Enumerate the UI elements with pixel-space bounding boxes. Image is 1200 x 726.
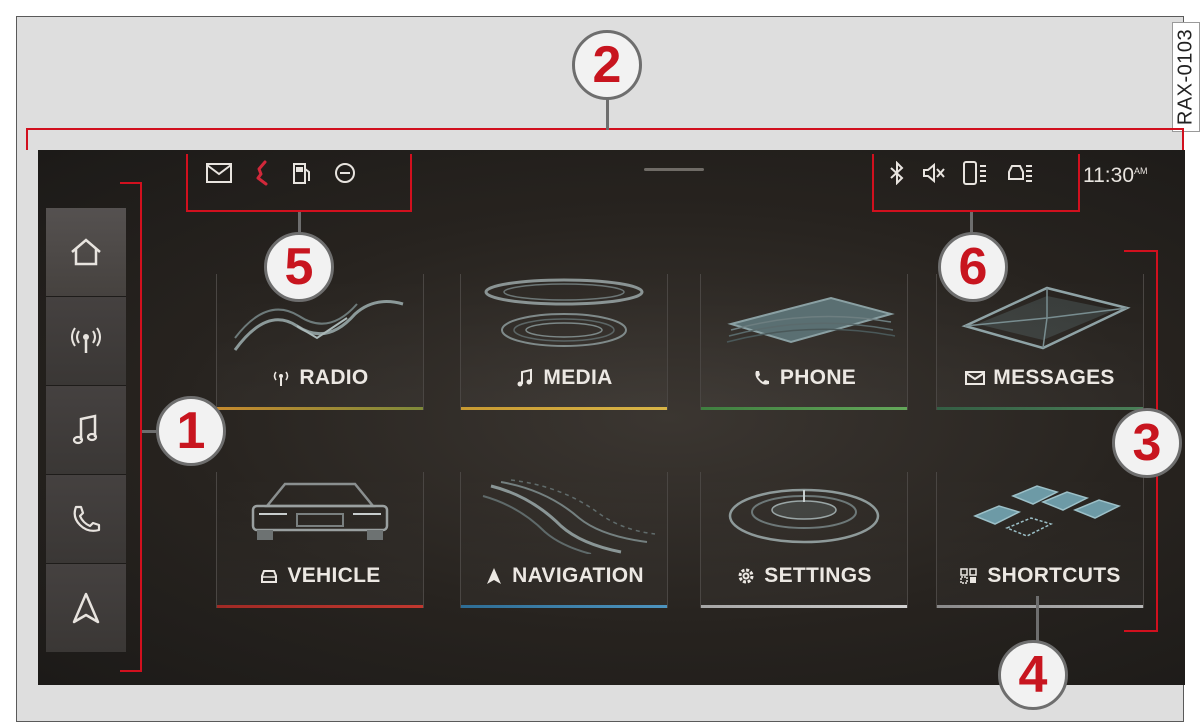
sidebar-item-navigation[interactable] (46, 564, 126, 653)
tile-vehicle[interactable]: VEHICLE (216, 472, 424, 608)
clock-suffix: AM (1134, 166, 1148, 176)
tile-label-text: MEDIA (543, 366, 613, 389)
callout-number-3: 3 (1112, 408, 1182, 478)
sidebar-item-home[interactable] (46, 208, 126, 297)
callout-number-2: 2 (572, 30, 642, 100)
callout-bracket-2 (26, 128, 1184, 150)
music-icon (72, 414, 98, 445)
tile-shortcuts-label: SHORTCUTS (937, 564, 1143, 588)
callout-bracket-1 (120, 182, 142, 672)
tile-messages-label: MESSAGES (937, 366, 1143, 390)
tile-settings-label: SETTINGS (701, 564, 907, 588)
pull-down-handle[interactable] (644, 168, 704, 171)
tile-media[interactable]: MEDIA (460, 274, 668, 410)
tile-shortcuts[interactable]: SHORTCUTS (936, 472, 1144, 608)
car-icon (261, 570, 278, 583)
leader-line-4 (1036, 596, 1039, 642)
mail-icon (965, 371, 986, 385)
tile-accent-bar (461, 407, 667, 410)
sidebar-item-music[interactable] (46, 386, 126, 475)
home-icon (71, 238, 101, 266)
navigation-icon (72, 592, 100, 624)
radio-icon (274, 371, 289, 386)
tile-navigation[interactable]: NAVIGATION (460, 472, 668, 608)
settings-artwork (728, 488, 880, 544)
tile-accent-bar (461, 605, 667, 608)
tile-phone[interactable]: PHONE (700, 274, 908, 410)
sidebar-item-phone[interactable] (46, 475, 126, 564)
phone-icon (755, 371, 769, 385)
radio-icon (71, 327, 101, 353)
navigation-artwork (482, 479, 656, 554)
tile-label-text: VEHICLE (287, 564, 381, 587)
tile-accent-bar (217, 407, 423, 410)
phone-icon (73, 505, 101, 532)
tile-phone-label: PHONE (701, 366, 907, 390)
callout-number-1: 1 (156, 396, 226, 466)
tile-radio-label: RADIO (217, 366, 423, 390)
callout-number-5: 5 (264, 232, 334, 302)
callout-bracket-6 (872, 154, 1080, 212)
vehicle-artwork (251, 482, 389, 540)
tile-label-text: SHORTCUTS (987, 564, 1121, 587)
tile-navigation-label: NAVIGATION (461, 564, 667, 588)
clock: 11:30AM (1083, 164, 1148, 188)
tile-accent-bar (701, 605, 907, 608)
tile-label-text: SETTINGS (764, 564, 872, 587)
clock-time: 11:30 (1083, 164, 1134, 187)
tile-accent-bar (217, 605, 423, 608)
tile-label-text: MESSAGES (993, 366, 1115, 389)
tile-settings[interactable]: SETTINGS (700, 472, 908, 608)
music-icon (517, 368, 533, 387)
sidebar-item-radio[interactable] (46, 297, 126, 386)
tile-media-label: MEDIA (461, 366, 667, 390)
phone-artwork (726, 296, 896, 344)
leader-line-2 (606, 96, 609, 130)
tile-vehicle-label: VEHICLE (217, 564, 423, 588)
callout-bracket-5 (186, 154, 412, 212)
shortcuts-artwork (973, 485, 1122, 537)
navigation-icon (487, 568, 502, 584)
tile-label-text: RADIO (299, 366, 369, 389)
grid-icon (960, 568, 978, 584)
media-artwork (484, 278, 644, 347)
callout-number-4: 4 (998, 640, 1068, 710)
tile-accent-bar (937, 407, 1143, 410)
tile-label-text: NAVIGATION (512, 564, 644, 587)
figure-code: RAX-0103 (1172, 22, 1200, 132)
sidebar (46, 208, 126, 656)
tile-label-text: PHONE (779, 366, 857, 389)
tile-accent-bar (937, 605, 1143, 608)
callout-number-6: 6 (938, 232, 1008, 302)
gear-icon (738, 568, 754, 584)
tile-accent-bar (701, 407, 907, 410)
